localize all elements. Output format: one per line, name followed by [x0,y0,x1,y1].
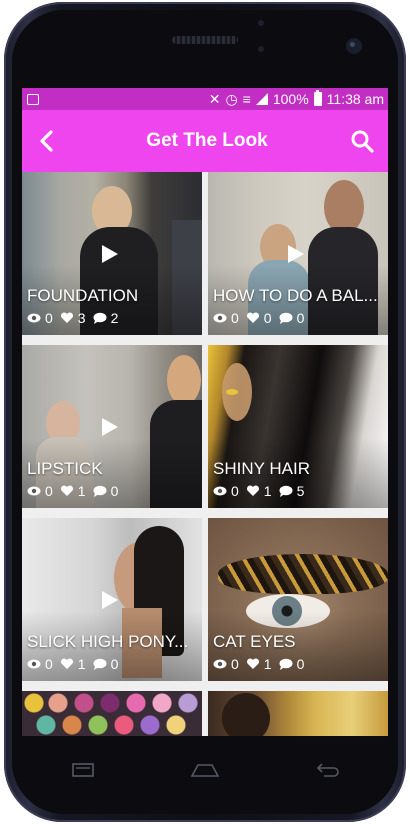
recent-apps-icon [72,763,94,777]
card-title: CAT EYES [213,632,296,651]
play-icon [102,245,118,263]
mute-icon: ✕ [208,90,221,107]
proximity-sensor [258,20,264,26]
look-card-cat-eyes[interactable]: CAT EYES 0 1 0 [208,518,388,681]
card-stats: 0 1 0 [213,656,309,672]
gallery-notification-icon [27,93,39,105]
views-count: 0 [45,483,53,499]
model-hair [222,693,270,736]
views-count: 0 [231,656,239,672]
earpiece-speaker [172,36,238,44]
look-card-shiny-hair[interactable]: SHINY HAIR 0 1 5 [208,345,388,508]
eye-icon [213,486,227,496]
comment-icon [279,485,293,497]
search-button[interactable] [336,110,388,172]
views-count: 0 [45,656,53,672]
signal-icon [255,93,268,105]
views-count: 0 [231,483,239,499]
front-camera [346,38,362,54]
comments-count: 0 [296,656,305,672]
heart-icon [60,312,73,323]
look-card-foundation[interactable]: FOUNDATION 0 3 2 [22,172,202,335]
chevron-left-icon [40,130,53,152]
likes-count: 0 [263,310,272,326]
person-face [167,355,201,405]
likes-count: 3 [77,310,86,326]
card-title: SLICK HIGH PONY... [27,632,189,651]
play-icon [102,418,118,436]
likes-count: 1 [263,656,272,672]
gold-eye-makeup [226,389,238,395]
comments-count: 2 [110,310,119,326]
system-nav-bar [22,744,388,796]
card-title: LIPSTICK [27,459,103,478]
app-screen: ✕ ◷ ≡ 100% 11:38 am Get The Look FOUNDAT… [22,88,388,736]
card-stats: 0 1 5 [213,483,309,499]
card-stats: 0 0 0 [213,310,309,326]
card-stats: 0 1 0 [27,483,123,499]
clock: 11:38 am [326,91,384,107]
card-thumbnail [22,691,202,736]
comment-icon [279,312,293,324]
home-button[interactable] [185,758,225,782]
views-count: 0 [45,310,53,326]
recent-apps-button[interactable] [63,758,103,782]
card-title: FOUNDATION [27,286,139,305]
wifi-icon: ≡ [242,91,251,107]
comment-icon [93,658,107,670]
likes-count: 1 [77,656,86,672]
app-bar: Get The Look [22,110,388,172]
comments-count: 0 [110,656,119,672]
heart-icon [246,485,259,496]
eye-icon [27,313,41,323]
back-nav-button[interactable] [307,758,347,782]
comments-count: 0 [110,483,119,499]
home-icon [190,764,220,777]
views-count: 0 [231,310,239,326]
back-arrow-icon [316,763,339,777]
look-card-eyeshadow-palette[interactable] [22,691,202,736]
comment-icon [93,485,107,497]
battery-icon [313,90,322,106]
alarm-icon: ◷ [225,90,238,107]
page-title: Get The Look [146,130,268,151]
likes-count: 1 [263,483,272,499]
person-face [324,180,364,234]
leopard-eye-makeup [218,554,388,594]
eye-icon [213,659,227,669]
comments-count: 0 [296,310,305,326]
likes-count: 1 [77,483,86,499]
comment-icon [93,312,107,324]
card-title: SHINY HAIR [213,459,310,478]
light-sensor [258,46,264,52]
card-stats: 0 1 0 [27,656,123,672]
play-icon [288,245,304,263]
eye-icon [27,659,41,669]
look-card-balayage[interactable]: HOW TO DO A BAL... 0 0 0 [208,172,388,335]
comments-count: 5 [296,483,305,499]
look-card-gold-glitter[interactable] [208,691,388,736]
card-stats: 0 3 2 [27,310,123,326]
card-title: HOW TO DO A BAL... [213,286,378,305]
play-icon [102,591,118,609]
look-card-slick-high-pony[interactable]: SLICK HIGH PONY... 0 1 0 [22,518,202,681]
back-button[interactable] [22,110,72,172]
status-icons: ✕ ◷ ≡ 100% 11:38 am [208,90,384,108]
comment-icon [279,658,293,670]
look-card-lipstick[interactable]: LIPSTICK 0 1 0 [22,345,202,508]
heart-icon [246,658,259,669]
eye-icon [27,486,41,496]
heart-icon [60,485,73,496]
heart-icon [60,658,73,669]
status-bar: ✕ ◷ ≡ 100% 11:38 am [22,88,388,110]
battery-percent: 100% [272,91,309,107]
heart-icon [246,312,259,323]
eye-icon [213,313,227,323]
search-icon [351,130,374,153]
